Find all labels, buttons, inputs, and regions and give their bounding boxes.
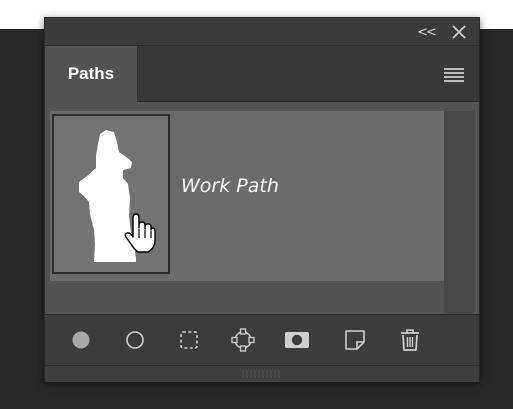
hand-pointer-icon (124, 213, 156, 253)
grip-icon (242, 370, 280, 378)
path-name-label[interactable]: Work Path (181, 175, 279, 197)
scrollbar-track[interactable] (444, 111, 474, 314)
panel-footer-toolbar (45, 314, 479, 365)
collapse-panel-button[interactable]: << (417, 23, 437, 41)
delete-path-button[interactable] (396, 326, 424, 354)
stroke-path-icon (126, 331, 144, 349)
hamburger-menu-icon (444, 68, 464, 82)
panel-resize-grip[interactable] (45, 365, 479, 382)
add-mask-button[interactable] (283, 326, 311, 354)
delete-path-icon (401, 329, 419, 351)
stroke-path-button[interactable] (121, 326, 149, 354)
load-path-as-selection-icon (180, 331, 198, 349)
path-row-work-path[interactable]: Work Path (50, 111, 444, 281)
path-thumbnail[interactable] (52, 114, 170, 274)
close-icon (452, 25, 466, 39)
tab-paths[interactable]: Paths (45, 46, 138, 102)
close-panel-button[interactable] (450, 23, 468, 41)
paths-list: Work Path (45, 102, 479, 314)
make-work-path-button[interactable] (229, 326, 257, 354)
panel-tabbar: Paths (45, 46, 479, 102)
fill-path-button[interactable] (67, 326, 95, 354)
load-selection-button[interactable] (175, 326, 203, 354)
create-new-path-button[interactable] (341, 326, 369, 354)
panel-titlebar[interactable]: << (45, 18, 479, 46)
add-mask-icon (285, 332, 309, 348)
fill-path-icon (72, 331, 90, 349)
panel-menu-button[interactable] (444, 67, 464, 82)
make-work-path-icon (231, 328, 255, 352)
create-new-path-icon (345, 330, 365, 350)
paths-panel: << Paths Work Path (44, 17, 480, 382)
